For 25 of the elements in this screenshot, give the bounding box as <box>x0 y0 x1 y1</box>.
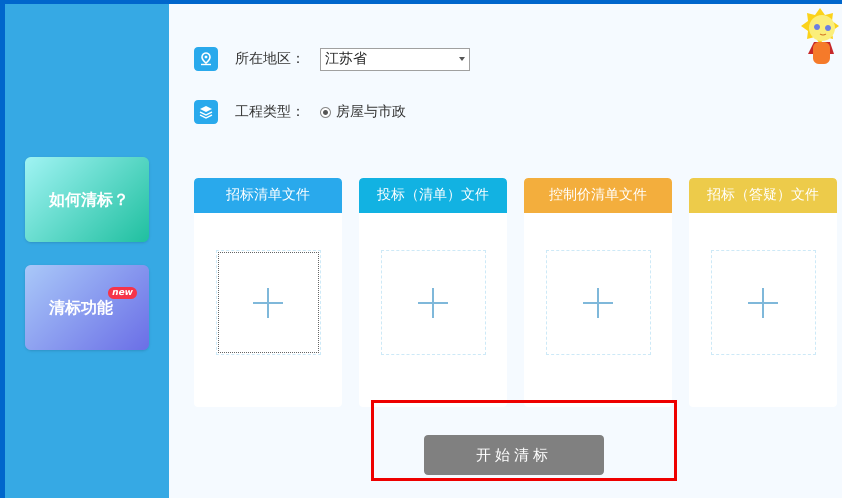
file-drop-zone[interactable] <box>380 250 486 355</box>
card-header: 投标（清单）文件 <box>359 178 507 213</box>
card-label: 如何清标？ <box>49 188 129 210</box>
field-label: 所在地区： <box>235 50 306 68</box>
card-header: 招标清单文件 <box>194 178 342 213</box>
new-badge: new <box>108 287 137 299</box>
card-header: 招标（答疑）文件 <box>689 178 837 213</box>
plus-icon <box>253 288 283 318</box>
radio-option[interactable]: 房屋与市政 <box>320 102 406 122</box>
file-drop-zone[interactable] <box>710 250 816 355</box>
start-button[interactable]: 开始清标 <box>424 435 604 475</box>
layers-icon <box>194 100 218 124</box>
plus-icon <box>583 288 613 318</box>
file-drop-zone[interactable] <box>546 250 650 355</box>
radio-button[interactable] <box>320 106 331 118</box>
field-label: 工程类型： <box>235 102 306 122</box>
location-pin-icon <box>194 47 218 71</box>
plus-icon <box>418 288 448 318</box>
plus-icon <box>748 288 778 318</box>
card-header: 控制价清单文件 <box>524 178 672 213</box>
file-drop-zone[interactable] <box>216 250 320 355</box>
card-label: 清标功能 <box>49 296 113 318</box>
caret-icon <box>459 57 465 61</box>
region-select[interactable]: 江苏省 <box>320 48 470 70</box>
sidebar-card[interactable]: new 清标功能 <box>25 265 149 350</box>
